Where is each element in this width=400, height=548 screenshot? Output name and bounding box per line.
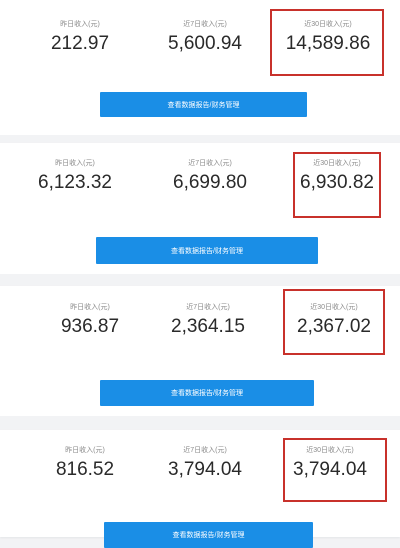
yesterday-income-stat: 昨日收入(元) 816.52 <box>45 446 125 481</box>
week-income-label: 近7日收入(元) <box>188 160 232 167</box>
yesterday-income-label: 昨日收入(元) <box>55 160 95 167</box>
panel-divider <box>0 135 400 143</box>
week-income-label: 近7日收入(元) <box>186 304 230 311</box>
week-income-value: 2,364.15 <box>171 316 245 337</box>
income-panel-3: 昨日收入(元) 936.87 近7日收入(元) 2,364.15 近30日收入(… <box>0 286 400 416</box>
month-income-highlight-box <box>283 289 385 355</box>
month-income-highlight-box <box>270 9 384 76</box>
yesterday-income-value: 816.52 <box>55 459 115 480</box>
panel-divider <box>0 274 400 286</box>
panel-divider <box>0 416 400 430</box>
week-income-value: 5,600.94 <box>168 33 242 54</box>
week-income-stat: 近7日收入(元) 5,600.94 <box>160 20 250 55</box>
income-panel-2: 昨日收入(元) 6,123.32 近7日收入(元) 6,699.80 近30日收… <box>0 143 400 274</box>
month-income-highlight-box <box>283 438 387 502</box>
view-report-button[interactable]: 查看数据报告/财务管理 <box>100 380 314 406</box>
week-income-stat: 近7日收入(元) 2,364.15 <box>163 303 253 338</box>
week-income-label: 近7日收入(元) <box>183 21 227 28</box>
month-income-highlight-box <box>293 152 381 218</box>
yesterday-income-value: 6,123.32 <box>38 172 112 193</box>
week-income-value: 6,699.80 <box>173 172 247 193</box>
week-income-stat: 近7日收入(元) 3,794.04 <box>160 446 250 481</box>
view-report-button[interactable]: 查看数据报告/财务管理 <box>100 92 307 117</box>
yesterday-income-label: 昨日收入(元) <box>65 447 105 454</box>
view-report-button[interactable]: 查看数据报告/财务管理 <box>96 237 318 264</box>
yesterday-income-value: 212.97 <box>50 33 110 54</box>
income-panel-1: 昨日收入(元) 212.97 近7日收入(元) 5,600.94 近30日收入(… <box>0 0 400 135</box>
view-report-button[interactable]: 查看数据报告/财务管理 <box>104 522 313 548</box>
income-panel-4: 昨日收入(元) 816.52 近7日收入(元) 3,794.04 近30日收入(… <box>0 430 400 548</box>
yesterday-income-label: 昨日收入(元) <box>70 304 110 311</box>
week-income-label: 近7日收入(元) <box>183 447 227 454</box>
week-income-stat: 近7日收入(元) 6,699.80 <box>165 159 255 194</box>
yesterday-income-stat: 昨日收入(元) 936.87 <box>50 303 130 338</box>
yesterday-income-label: 昨日收入(元) <box>60 21 100 28</box>
yesterday-income-value: 936.87 <box>60 316 120 337</box>
yesterday-income-stat: 昨日收入(元) 212.97 <box>40 20 120 55</box>
yesterday-income-stat: 昨日收入(元) 6,123.32 <box>30 159 120 194</box>
week-income-value: 3,794.04 <box>168 459 242 480</box>
